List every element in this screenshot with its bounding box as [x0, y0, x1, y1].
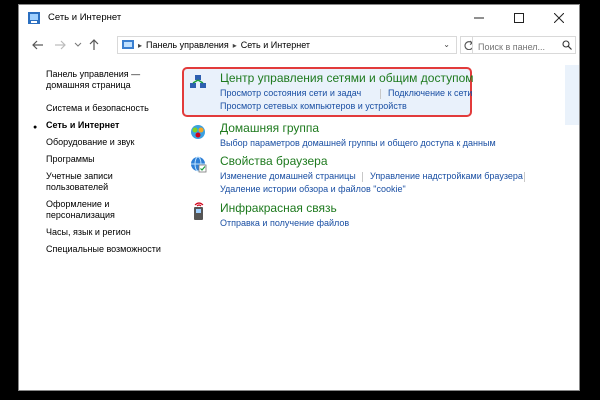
link-divider: [362, 172, 363, 182]
link-send-receive-files[interactable]: Отправка и получение файлов: [220, 218, 349, 228]
sidebar-item-control-panel-home[interactable]: Панель управления —: [46, 69, 140, 80]
breadcrumb-network-internet[interactable]: Сеть и Интернет: [241, 40, 310, 50]
recent-locations-button[interactable]: [71, 37, 85, 53]
address-dropdown-icon[interactable]: ⌄: [443, 40, 450, 49]
sidebar-item-programs[interactable]: Программы: [46, 154, 95, 165]
chevron-right-icon: ▸: [138, 40, 143, 50]
category-title-homegroup[interactable]: Домашняя группа: [220, 121, 319, 135]
category-title-internet-options[interactable]: Свойства браузера: [220, 154, 328, 168]
link-homegroup-settings[interactable]: Выбор параметров домашней группы и общег…: [220, 138, 496, 148]
sidebar-item-control-panel-home-line2[interactable]: домашняя страница: [46, 80, 131, 91]
category-title-network-center[interactable]: Центр управления сетями и общим доступом: [220, 71, 474, 85]
close-button[interactable]: [539, 5, 579, 31]
search-input[interactable]: [472, 36, 576, 54]
link-manage-addons[interactable]: Управление надстройками браузера: [370, 171, 523, 181]
forward-button[interactable]: [53, 37, 67, 53]
maximize-button[interactable]: [499, 5, 539, 31]
current-bullet-icon: ●: [33, 124, 38, 131]
back-button[interactable]: [31, 37, 45, 53]
breadcrumb-control-panel[interactable]: Панель управления: [146, 40, 229, 50]
link-delete-history[interactable]: Удаление истории обзора и файлов "cookie…: [220, 184, 406, 194]
title-bar: Сеть и Интернет: [19, 5, 579, 31]
infrared-icon: [194, 202, 204, 220]
chevron-right-icon: ▸: [232, 40, 237, 50]
sidebar-item-ease-of-access[interactable]: Специальные возможности: [46, 244, 161, 255]
link-view-network-computers[interactable]: Просмотр сетевых компьютеров и устройств: [220, 101, 407, 111]
maximize-icon: [514, 13, 524, 23]
control-panel-window: Сеть и Интернет ▸ Панель управления ▸ Се…: [18, 4, 580, 391]
search-icon[interactable]: [562, 40, 572, 50]
chevron-down-icon: [74, 42, 82, 47]
category-hover-band: [565, 65, 579, 125]
category-title-infrared[interactable]: Инфракрасная связь: [220, 201, 337, 215]
internet-options-icon: [191, 156, 207, 173]
address-bar[interactable]: ▸ Панель управления ▸ Сеть и Интернет ⌄: [117, 36, 457, 54]
sidebar-item-clock-language[interactable]: Часы, язык и регион: [46, 227, 131, 238]
network-sharing-icon: [190, 75, 206, 88]
link-change-home-page[interactable]: Изменение домашней страницы: [220, 171, 356, 181]
sidebar-item-appearance-line2[interactable]: персонализация: [46, 210, 115, 221]
link-divider: [380, 89, 381, 99]
sidebar-item-label: Сеть и Интернет: [46, 120, 120, 130]
link-view-network-status[interactable]: Просмотр состояния сети и задач: [220, 88, 361, 98]
sidebar-item-user-accounts-line2[interactable]: пользователей: [46, 182, 108, 193]
up-button[interactable]: [87, 37, 101, 53]
sidebar-item-system-security[interactable]: Система и безопасность: [46, 103, 149, 114]
minimize-icon: [474, 17, 484, 19]
sidebar-item-user-accounts[interactable]: Учетные записи: [46, 171, 113, 182]
control-panel-icon: [122, 40, 134, 49]
arrow-right-icon: [55, 40, 66, 50]
arrow-up-icon: [89, 39, 99, 50]
link-divider: [524, 172, 525, 182]
minimize-button[interactable]: [459, 5, 499, 31]
window-title: Сеть и Интернет: [48, 12, 122, 23]
homegroup-icon: [191, 125, 205, 139]
arrow-left-icon: [32, 40, 43, 50]
network-folder-icon: [28, 12, 40, 24]
sidebar-item-hardware-sound[interactable]: Оборудование и звук: [46, 137, 134, 148]
sidebar-item-appearance[interactable]: Оформление и: [46, 199, 109, 210]
link-connect-to-network[interactable]: Подключение к сети: [388, 88, 472, 98]
close-icon: [554, 13, 564, 23]
sidebar-item-network-internet[interactable]: ● Сеть и Интернет: [33, 120, 120, 131]
